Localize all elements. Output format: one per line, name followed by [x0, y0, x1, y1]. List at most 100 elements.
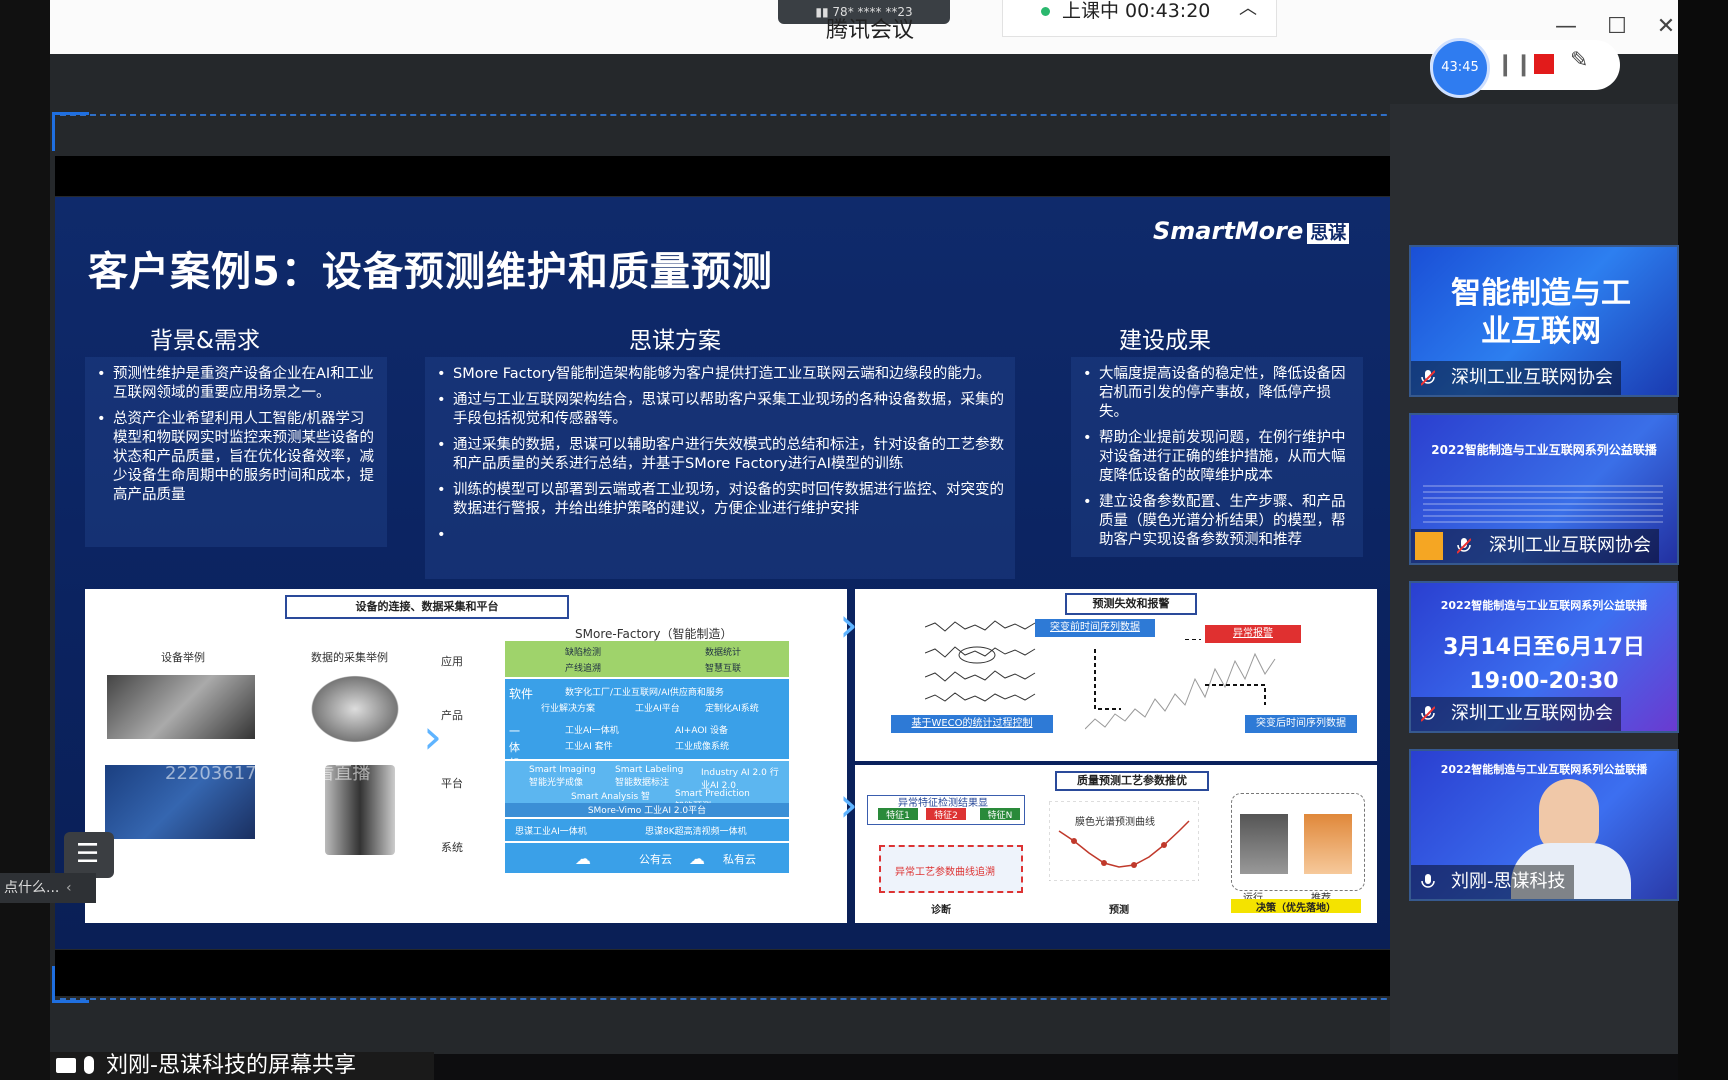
platform-item: Industry AI 2.0 行业AI 2.0: [701, 768, 779, 791]
trace-label: 异常工艺参数曲线追溯: [895, 867, 995, 878]
row-label: 产品: [441, 709, 463, 722]
chevron-left-icon[interactable]: ‹: [66, 873, 72, 903]
participant-tile[interactable]: 2022智能制造与工业互联网系列公益联播 深圳工业互联网协会: [1409, 413, 1679, 565]
trace-box: 异常工艺参数曲线追溯: [879, 845, 1023, 893]
row-label: 系统: [441, 841, 463, 854]
speaker-face: [1539, 779, 1599, 851]
device-photo: [107, 675, 255, 739]
list-item: SMore Factory智能制造架构能够为客户提供打造工业互联网云端和边缘段的…: [435, 365, 1005, 384]
tile-title: 智能制造与工业互联网: [1451, 276, 1631, 349]
failure-prediction-diagram: 预测失效和报警 突变前时间序列数据 异常报警 基于WECO的统计过程控制 突变后…: [855, 589, 1377, 761]
app-layer: 缺陷检测 数据统计 产线追溯 智慧互联: [505, 641, 789, 677]
col-heading-solution: 思谋方案: [629, 328, 721, 354]
logo-text: SmartMore: [1153, 217, 1304, 245]
mic-muted-icon: [1457, 538, 1471, 554]
participant-name: 深圳工业互联网协会: [1411, 697, 1621, 731]
list-item: 建立设备参数配置、生产步骤、和产品质量（膜色光谱分析结果）的模型，帮助客户实现设…: [1081, 493, 1353, 550]
data-collection-label: 数据的采集举例: [311, 651, 388, 664]
list-icon: ☰: [76, 839, 100, 869]
integrated-item: AI+AOI 设备: [675, 726, 728, 736]
app-item: 产线追溯: [565, 664, 602, 674]
tile-header: 2022智能制造与工业互联网系列公益联播: [1440, 599, 1648, 612]
mic-muted-icon: [1421, 706, 1435, 722]
platform-footer: SMore-Vimo 工业AI 2.0平台: [505, 803, 789, 817]
tile-title: 3月14日至6月17日: [1443, 635, 1645, 660]
quality-prediction-diagram: 质量预测工艺参数推优 异常特征检测结果显 特征1 特征2 特征N 异常工艺参数曲…: [855, 765, 1377, 923]
factory-label: SMore-Factory（智能制造）: [575, 627, 733, 641]
software-item: 定制化AI系统: [705, 704, 759, 714]
flow-arrow-icon: ›: [423, 709, 443, 765]
tooltip-text: 点什么...: [4, 880, 60, 896]
participant-name: 深圳工业互联网协会: [1411, 529, 1659, 563]
recording-timer[interactable]: 43:45: [1430, 38, 1490, 98]
smartmore-logo: SmartMore 思谋: [1153, 217, 1350, 245]
watermark: 22203617 正在观看直播: [165, 763, 371, 784]
integrated-item: 工业成像系统: [675, 742, 730, 752]
list-item: 预测性维护是重资产设备企业在AI和工业互联网领域的重要应用场景之一。: [95, 365, 377, 403]
col-heading-background: 背景&需求: [150, 328, 260, 354]
sensor-photo: [305, 671, 405, 747]
participant-name-text: 深圳工业互联网协会: [1451, 367, 1613, 388]
stage-label: 诊断: [931, 905, 951, 916]
feature-tag: 特征1: [878, 808, 918, 821]
software-item: 行业解决方案: [541, 704, 596, 714]
slide-title: 客户案例5：设备预测维护和质量预测: [88, 249, 773, 295]
class-timer[interactable]: 上课中 00:43:20 ︿: [1002, 0, 1277, 37]
feature-tag: 特征2: [926, 808, 966, 821]
participant-tile[interactable]: 2022智能制造与工业互联网系列公益联播 刘刚-思谋科技: [1409, 749, 1679, 901]
tooltip: 点什么... ‹: [0, 873, 96, 903]
background-list: 预测性维护是重资产设备企业在AI和工业互联网领域的重要应用场景之一。 总资产企业…: [95, 365, 377, 505]
app-item: 智慧互联: [705, 664, 742, 674]
list-item: 帮助企业提前发现问题，在例行维护中对设备进行正确的维护措施，从而大幅度降低设备的…: [1081, 429, 1353, 486]
participant-name: 刘刚-思谋科技: [1411, 865, 1574, 899]
maximize-icon[interactable]: ☐: [1601, 10, 1633, 44]
timer-text: 上课中 00:43:20: [1062, 0, 1211, 22]
mic-icon: [84, 1056, 94, 1074]
diagram-title: 质量预测工艺参数推优: [1055, 771, 1209, 791]
integrated-item: 工业AI一体机: [565, 726, 619, 736]
stop-icon[interactable]: [1534, 54, 1554, 74]
software-label: 软件: [509, 687, 534, 701]
col-heading-results: 建设成果: [1119, 328, 1211, 354]
letterbox-top: [55, 156, 1390, 196]
cloud-icon: ☁: [575, 849, 591, 868]
right-edge: [1678, 0, 1728, 1080]
platform-item: Smart Labeling 智能数据标注: [615, 765, 684, 788]
time-series-plot: [1085, 639, 1276, 730]
participant-name-text: 刘刚-思谋科技: [1451, 871, 1566, 892]
chevron-up-icon[interactable]: ︿: [1239, 0, 1257, 20]
list-item: 总资产企业希望利用人工智能/机器学习模型和物联网实时监控来预测某些设备的状态和产…: [95, 410, 377, 505]
solution-panel: SMore Factory智能制造架构能够为客户提供打造工业互联网云端和边缘段的…: [425, 357, 1015, 579]
app-item: 数据统计: [705, 648, 742, 658]
app-title: 腾讯会议: [825, 18, 914, 43]
system-item: 思谋工业AI一体机: [515, 827, 587, 837]
product-layer: 软件 数字化工厂/工业互联网/AI供应商和服务 行业解决方案 工业AI平台 定制…: [505, 679, 789, 770]
stage-label: 决策（优先落地）: [1231, 899, 1361, 914]
cloud-private: 私有云: [723, 853, 756, 866]
participant-tile[interactable]: 2022智能制造与工业互联网系列公益联播 3月14日至6月17日 19:00-2…: [1409, 581, 1679, 733]
tile-text-block: [1423, 483, 1663, 523]
stage-label: 预测: [1109, 905, 1129, 916]
run-table: [1240, 814, 1288, 874]
system-layer: 思谋工业AI一体机 思谋8K超高清视频一体机: [505, 819, 789, 841]
feature-box: 异常特征检测结果显 特征1 特征2 特征N: [867, 795, 1025, 825]
corner-bracket: [52, 112, 89, 151]
pen-icon[interactable]: ✎: [1570, 48, 1588, 73]
row-label: 应用: [441, 655, 463, 668]
tile-title: 2022智能制造与工业互联网系列公益联播: [1431, 443, 1657, 457]
list-item: 训练的模型可以部署到云端或者工业现场，对设备的实时回传数据进行监控、对突变的数据…: [435, 481, 1005, 519]
participant-tile[interactable]: 智能制造与工业互联网 深圳工业互联网协会: [1409, 245, 1679, 397]
letterbox-bottom: [55, 950, 1390, 996]
tile-subtitle: 19:00-20:30: [1469, 669, 1619, 694]
pause-icon[interactable]: ❙❙: [1496, 52, 1533, 77]
share-label: 刘刚-思谋科技的屏幕共享: [50, 1052, 434, 1080]
participant-name-text: 深圳工业互联网协会: [1489, 535, 1651, 556]
cloud-public: 公有云: [639, 853, 672, 866]
close-icon[interactable]: ✕: [1650, 10, 1682, 44]
decision-box: [1231, 793, 1365, 891]
minimize-icon[interactable]: —: [1550, 10, 1582, 44]
list-menu-button[interactable]: ☰: [64, 832, 114, 878]
list-item: 通过与工业互联网架构结合，思谋可以帮助客户采集工业现场的各种设备数据，采集的手段…: [435, 391, 1005, 429]
diagram-title: 设备的连接、数据采集和平台: [285, 595, 569, 619]
mic-muted-icon: [1421, 370, 1435, 386]
